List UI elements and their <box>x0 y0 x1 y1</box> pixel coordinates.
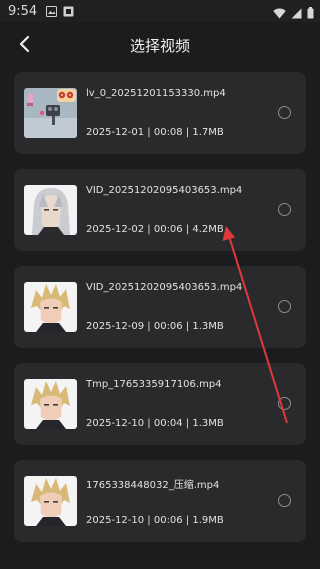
video-item[interactable]: 1765338448032_压缩.mp4 2025-12-10 | 00:06 … <box>14 460 306 542</box>
status-time: 9:54 <box>8 3 38 19</box>
select-radio[interactable] <box>278 106 291 119</box>
select-radio[interactable] <box>278 300 291 313</box>
video-item[interactable]: lv_0_20251201153330.mp4 2025-12-01 | 00:… <box>14 72 306 154</box>
video-meta: 2025-12-10 | 00:06 | 1.9MB <box>86 515 224 526</box>
battery-icon <box>307 4 314 23</box>
select-radio[interactable] <box>278 494 291 507</box>
video-thumbnail <box>24 282 77 332</box>
video-file-name: VID_20251202095403653.mp4 <box>86 282 243 293</box>
status-right-icons <box>273 4 314 23</box>
gallery-icon <box>46 2 58 21</box>
video-file-name: lv_0_20251201153330.mp4 <box>86 88 226 99</box>
signal-icon <box>291 4 302 23</box>
select-radio[interactable] <box>278 397 291 410</box>
video-thumbnail <box>24 379 77 429</box>
video-item[interactable]: VID_20251202095403653.mp4 2025-12-02 | 0… <box>14 169 306 251</box>
video-meta: 2025-12-10 | 00:04 | 1.3MB <box>86 418 224 429</box>
video-item[interactable]: Tmp_1765335917106.mp4 2025-12-10 | 00:04… <box>14 363 306 445</box>
video-thumbnail <box>24 476 77 526</box>
chevron-left-icon <box>19 35 30 53</box>
notification-icon <box>63 2 74 21</box>
video-meta: 2025-12-01 | 00:08 | 1.7MB <box>86 127 224 138</box>
video-thumbnail <box>24 88 77 138</box>
video-meta: 2025-12-09 | 00:06 | 1.3MB <box>86 321 224 332</box>
top-bar: 选择视频 <box>0 22 320 68</box>
status-bar: 9:54 <box>0 0 320 22</box>
video-item[interactable]: VID_20251202095403653.mp4 2025-12-09 | 0… <box>14 266 306 348</box>
page-title: 选择视频 <box>129 36 190 55</box>
video-file-name: VID_20251202095403653.mp4 <box>86 185 243 196</box>
video-file-name: Tmp_1765335917106.mp4 <box>86 379 222 390</box>
wifi-icon <box>273 4 286 23</box>
video-list: lv_0_20251201153330.mp4 2025-12-01 | 00:… <box>14 72 306 557</box>
video-thumbnail <box>24 185 77 235</box>
select-radio[interactable] <box>278 203 291 216</box>
back-button[interactable] <box>12 32 36 56</box>
video-file-name: 1765338448032_压缩.mp4 <box>86 480 220 491</box>
video-meta: 2025-12-02 | 00:06 | 4.2MB <box>86 224 224 235</box>
